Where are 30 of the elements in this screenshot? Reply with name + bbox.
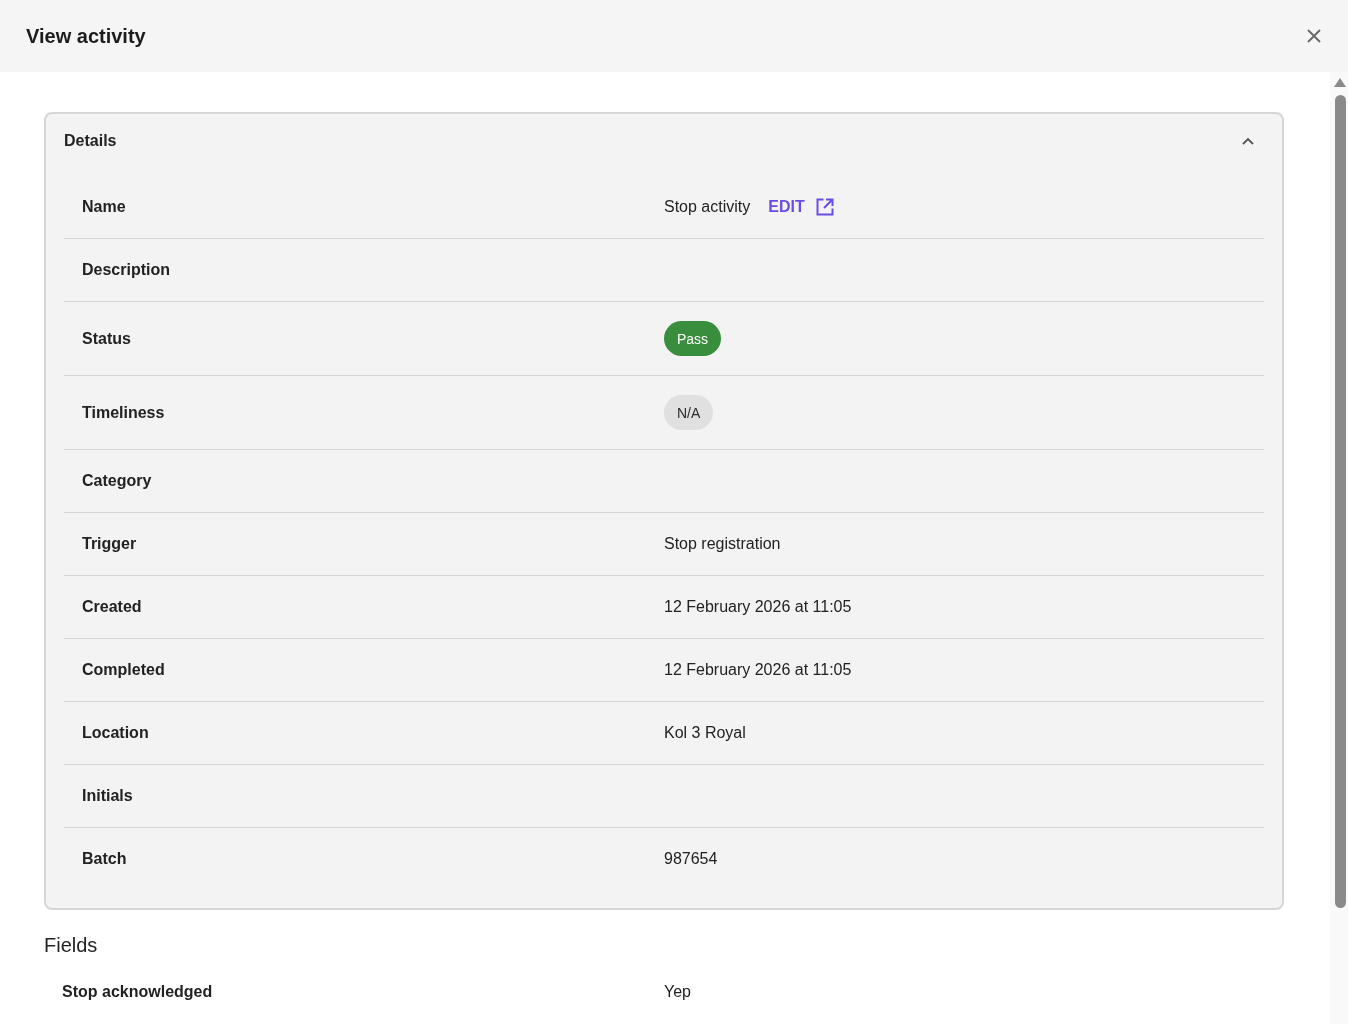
scroll-up-icon[interactable]	[1334, 78, 1346, 87]
field-label: Completed	[82, 660, 165, 680]
field-value: Kol 3 Royal	[664, 723, 746, 743]
field-label: Name	[82, 197, 126, 217]
field-label: Category	[82, 471, 152, 491]
edit-link[interactable]: EDIT	[768, 195, 834, 219]
dialog-title: View activity	[26, 24, 146, 49]
scrollbar[interactable]	[1330, 72, 1348, 1024]
field-label: Location	[82, 723, 149, 743]
field-value: 12 February 2026 at 11:05	[664, 660, 852, 680]
external-link-icon	[815, 198, 834, 216]
field-label: Description	[82, 260, 170, 280]
field-label: Trigger	[82, 534, 137, 554]
field-label: Status	[82, 328, 131, 349]
field-label: Created	[82, 597, 142, 617]
status-chip: Pass	[664, 321, 722, 356]
field-value: Stop activity	[664, 197, 751, 217]
field-label: Initials	[82, 786, 133, 806]
field-value: Yep	[664, 982, 691, 1002]
field-value: 987654	[664, 849, 718, 869]
field-value: 12 February 2026 at 11:05	[664, 597, 852, 617]
section-title: Fields	[44, 933, 98, 958]
panel-title: Details	[64, 132, 117, 150]
close-icon	[1307, 29, 1321, 43]
scrollbar-thumb[interactable]	[1334, 95, 1346, 908]
field-label: Timeliness	[82, 402, 165, 423]
field-label: Stop acknowledged	[62, 982, 213, 1002]
field-value: Stop registration	[664, 534, 781, 554]
field-label: Batch	[82, 849, 127, 869]
status-chip: N/A	[664, 395, 714, 430]
